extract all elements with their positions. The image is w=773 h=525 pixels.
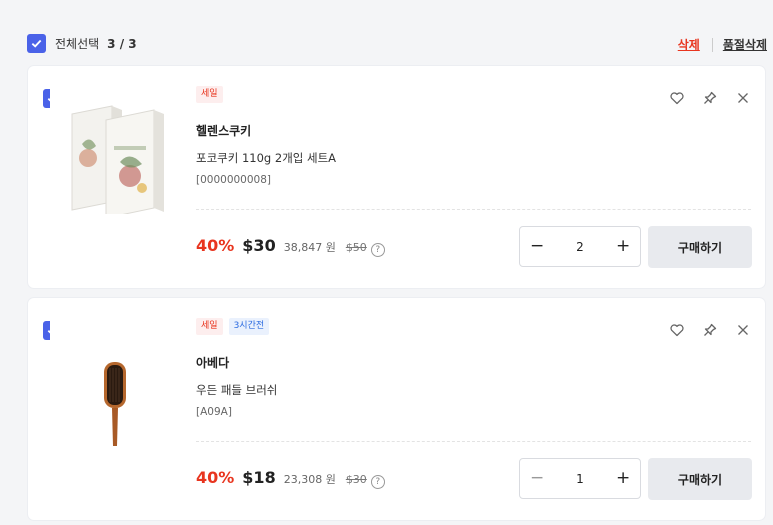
original-price: $50 [345, 241, 367, 254]
time-tag: 3시간전 [228, 318, 270, 335]
product-code: [0000000008] [196, 174, 271, 186]
price-krw: 38,847 원 [283, 241, 336, 254]
heart-icon[interactable] [669, 90, 685, 106]
select-all-count: 3 / 3 [107, 36, 137, 51]
quantity-stepper: − 2 + [519, 226, 641, 267]
product-name[interactable]: 우든 패들 브러쉬 [196, 382, 277, 398]
quantity-value[interactable]: 2 [576, 240, 584, 254]
info-icon[interactable]: ? [370, 475, 385, 489]
divider [196, 441, 751, 442]
pin-icon[interactable] [702, 90, 718, 106]
item-actions [669, 90, 751, 106]
close-icon[interactable] [735, 90, 751, 106]
buy-button[interactable]: 구매하기 [648, 458, 752, 500]
price-row: 40% $30 38,847 원 $50 ? [196, 236, 385, 257]
tag-list: 세일 3시간전 [196, 318, 270, 335]
delete-button[interactable]: 삭제 [678, 36, 700, 53]
cart-item: 세일 3시간전 아베다 우든 패들 브러쉬 [A09A] 40% $18 23,… [28, 298, 765, 520]
divider [196, 209, 751, 210]
select-all-label: 전체선택 [55, 37, 100, 51]
buy-button[interactable]: 구매하기 [648, 226, 752, 268]
cart-item: 세일 헬렌스쿠키 포코쿠키 110g 2개입 세트A [0000000008] … [28, 66, 765, 288]
product-code: [A09A] [196, 406, 232, 418]
increase-button[interactable]: + [616, 470, 630, 487]
decrease-button[interactable]: − [530, 470, 544, 487]
sale-tag: 세일 [196, 318, 223, 335]
sale-tag: 세일 [196, 86, 223, 103]
item-actions [669, 322, 751, 338]
quantity-stepper: − 1 + [519, 458, 641, 499]
close-icon[interactable] [735, 322, 751, 338]
tag-list: 세일 [196, 86, 223, 103]
divider [711, 37, 713, 52]
discount-rate: 40% [196, 236, 235, 255]
checkbox-check-icon [31, 39, 42, 48]
product-image[interactable] [50, 84, 180, 214]
decrease-button[interactable]: − [530, 238, 544, 255]
brand-name[interactable]: 헬렌스쿠키 [196, 122, 251, 139]
brand-name[interactable]: 아베다 [196, 354, 229, 371]
cart-header: 전체선택 3 / 3 삭제 품절삭제 [0, 0, 773, 66]
product-name[interactable]: 포코쿠키 110g 2개입 세트A [196, 150, 336, 166]
price-row: 40% $18 23,308 원 $30 ? [196, 468, 385, 489]
select-all[interactable]: 전체선택 3 / 3 [27, 34, 137, 53]
sale-price: $18 [242, 468, 276, 487]
bulk-actions: 삭제 품절삭제 [678, 36, 767, 53]
sale-price: $30 [242, 236, 276, 255]
select-all-checkbox[interactable] [27, 34, 46, 53]
delete-soldout-button[interactable]: 품절삭제 [723, 36, 767, 53]
product-image[interactable] [50, 316, 180, 446]
discount-rate: 40% [196, 468, 235, 487]
original-price: $30 [345, 473, 367, 486]
pin-icon[interactable] [702, 322, 718, 338]
increase-button[interactable]: + [616, 238, 630, 255]
quantity-value[interactable]: 1 [576, 472, 584, 486]
info-icon[interactable]: ? [370, 243, 385, 257]
heart-icon[interactable] [669, 322, 685, 338]
price-krw: 23,308 원 [283, 473, 336, 486]
